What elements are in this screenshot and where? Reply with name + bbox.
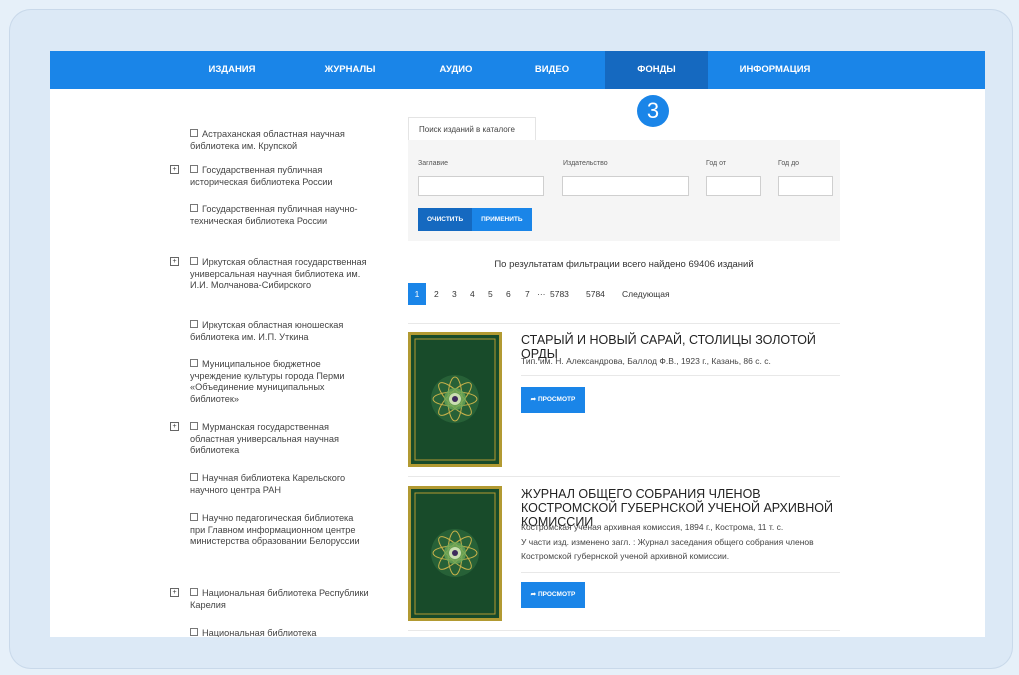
checkbox-icon[interactable] <box>190 628 198 636</box>
expand-icon[interactable]: + <box>170 422 179 431</box>
checkbox-icon[interactable] <box>190 473 198 481</box>
year-to-input[interactable] <box>778 176 833 196</box>
library-item[interactable]: Астраханская областная научная библиотек… <box>190 129 370 152</box>
page-link[interactable]: 5783 <box>550 283 569 305</box>
library-item[interactable]: + Мурманская государственная областная ун… <box>170 422 370 457</box>
results-summary: По результатам фильтрации всего найдено … <box>494 259 754 270</box>
divider <box>408 476 840 477</box>
page-link[interactable]: 4 <box>470 283 475 305</box>
checkbox-icon[interactable] <box>190 165 198 173</box>
browser-page: ИЗДАНИЯ ЖУРНАЛЫ АУДИО ВИДЕО ФОНДЫ ИНФОРМ… <box>50 51 985 637</box>
clear-button[interactable]: ОЧИСТИТЬ <box>418 208 473 231</box>
library-label: Научная библиотека Карельского научного … <box>190 473 346 495</box>
share-arrow-icon: ➦ <box>530 591 538 598</box>
book-cover-image[interactable] <box>408 332 502 467</box>
year-to-label: Год до <box>778 160 800 167</box>
year-from-input[interactable] <box>706 176 761 196</box>
nav-item-funds[interactable]: ФОНДЫ <box>605 51 708 89</box>
expand-icon[interactable]: + <box>170 257 179 266</box>
book-cover-image[interactable] <box>408 486 502 621</box>
divider <box>521 375 840 376</box>
library-label: Астраханская областная научная библиотек… <box>190 129 345 151</box>
checkbox-icon[interactable] <box>190 320 198 328</box>
library-label: Национальная библиотека Республики Карел… <box>190 588 369 610</box>
divider <box>521 572 840 573</box>
page-link[interactable]: 5784 <box>586 283 605 305</box>
expand-icon[interactable]: + <box>170 588 179 597</box>
publisher-field-label: Издательство <box>563 160 608 167</box>
page-link[interactable]: 3 <box>452 283 457 305</box>
page-link-current[interactable]: 1 <box>408 283 426 305</box>
library-item[interactable]: Муниципальное бюджетное учреждение культ… <box>190 359 370 405</box>
step-number-badge: 3 <box>637 95 669 127</box>
expand-icon[interactable]: + <box>170 165 179 174</box>
checkbox-icon[interactable] <box>190 422 198 430</box>
next-page-link[interactable]: Следующая <box>622 283 670 305</box>
library-item[interactable]: Научно педагогическая библиотека при Гла… <box>190 513 370 548</box>
checkbox-icon[interactable] <box>190 129 198 137</box>
view-button-label: ПРОСМОТР <box>537 591 576 598</box>
page-link[interactable]: 2 <box>434 283 439 305</box>
publisher-input[interactable] <box>562 176 689 196</box>
year-from-label: Год от <box>706 160 727 167</box>
item-note: У части изд. изменено загл. : Журнал зас… <box>521 537 814 561</box>
library-item[interactable]: + Государственная публичная историческая … <box>170 165 370 188</box>
nav-item-publications[interactable]: ИЗДАНИЯ <box>195 51 269 89</box>
page-link[interactable]: 5 <box>488 283 493 305</box>
main-nav: ИЗДАНИЯ ЖУРНАЛЫ АУДИО ВИДЕО ФОНДЫ ИНФОРМ… <box>50 51 985 89</box>
view-button[interactable]: ➦ ПРОСМОТР <box>521 387 585 413</box>
nav-item-journals[interactable]: ЖУРНАЛЫ <box>311 51 389 89</box>
search-buttons: ОЧИСТИТЬ ПРИМЕНИТЬ <box>418 208 532 231</box>
page-link[interactable]: 6 <box>506 283 511 305</box>
checkbox-icon[interactable] <box>190 204 198 212</box>
library-label: Национальная библиотека <box>202 628 317 637</box>
library-item[interactable]: + Национальная библиотека Республики Каре… <box>170 588 370 611</box>
pagination-ellipsis: ··· <box>537 289 546 299</box>
nav-item-video[interactable]: ВИДЕО <box>518 51 586 89</box>
nav-item-information[interactable]: ИНФОРМАЦИЯ <box>730 51 820 89</box>
library-label: Иркутская областная государственная унив… <box>190 257 367 290</box>
library-item[interactable]: Иркутская областная юношеская библиотека… <box>190 320 370 343</box>
divider <box>408 630 840 631</box>
divider <box>408 323 840 324</box>
checkbox-icon[interactable] <box>190 513 198 521</box>
library-label: Научно педагогическая библиотека при Гла… <box>190 513 360 546</box>
title-field-label: Заглавие <box>418 160 449 167</box>
item-meta: Костромская ученая архивная комиссия, 18… <box>521 522 784 532</box>
checkbox-icon[interactable] <box>190 257 198 265</box>
title-input[interactable] <box>418 176 544 196</box>
view-button[interactable]: ➦ ПРОСМОТР <box>521 582 585 608</box>
checkbox-icon[interactable] <box>190 588 198 596</box>
search-form: Заглавие Издательство Год от Год до ОЧИС… <box>408 140 840 241</box>
apply-button[interactable]: ПРИМЕНИТЬ <box>472 208 532 231</box>
tab-catalog-search[interactable]: Поиск изданий в каталоге <box>408 117 536 140</box>
nav-item-audio[interactable]: АУДИО <box>425 51 487 89</box>
share-arrow-icon: ➦ <box>530 396 538 403</box>
library-item[interactable]: Научная библиотека Карельского научного … <box>190 473 370 496</box>
item-meta: Тип. им. Н. Александрова, Баллод Ф.В., 1… <box>521 356 771 366</box>
page-link[interactable]: 7 <box>525 283 530 305</box>
library-item[interactable]: Государственная публичная научно-техниче… <box>190 204 370 227</box>
library-label: Муниципальное бюджетное учреждение культ… <box>190 359 345 404</box>
library-label: Иркутская областная юношеская библиотека… <box>190 320 344 342</box>
library-item[interactable]: + Иркутская областная государственная уни… <box>170 257 370 292</box>
library-label: Мурманская государственная областная уни… <box>190 422 339 455</box>
library-label: Государственная публичная научно-техниче… <box>190 204 358 226</box>
library-label: Государственная публичная историческая б… <box>190 165 333 187</box>
library-item[interactable]: Национальная библиотека <box>190 628 370 637</box>
view-button-label: ПРОСМОТР <box>537 396 576 403</box>
checkbox-icon[interactable] <box>190 359 198 367</box>
